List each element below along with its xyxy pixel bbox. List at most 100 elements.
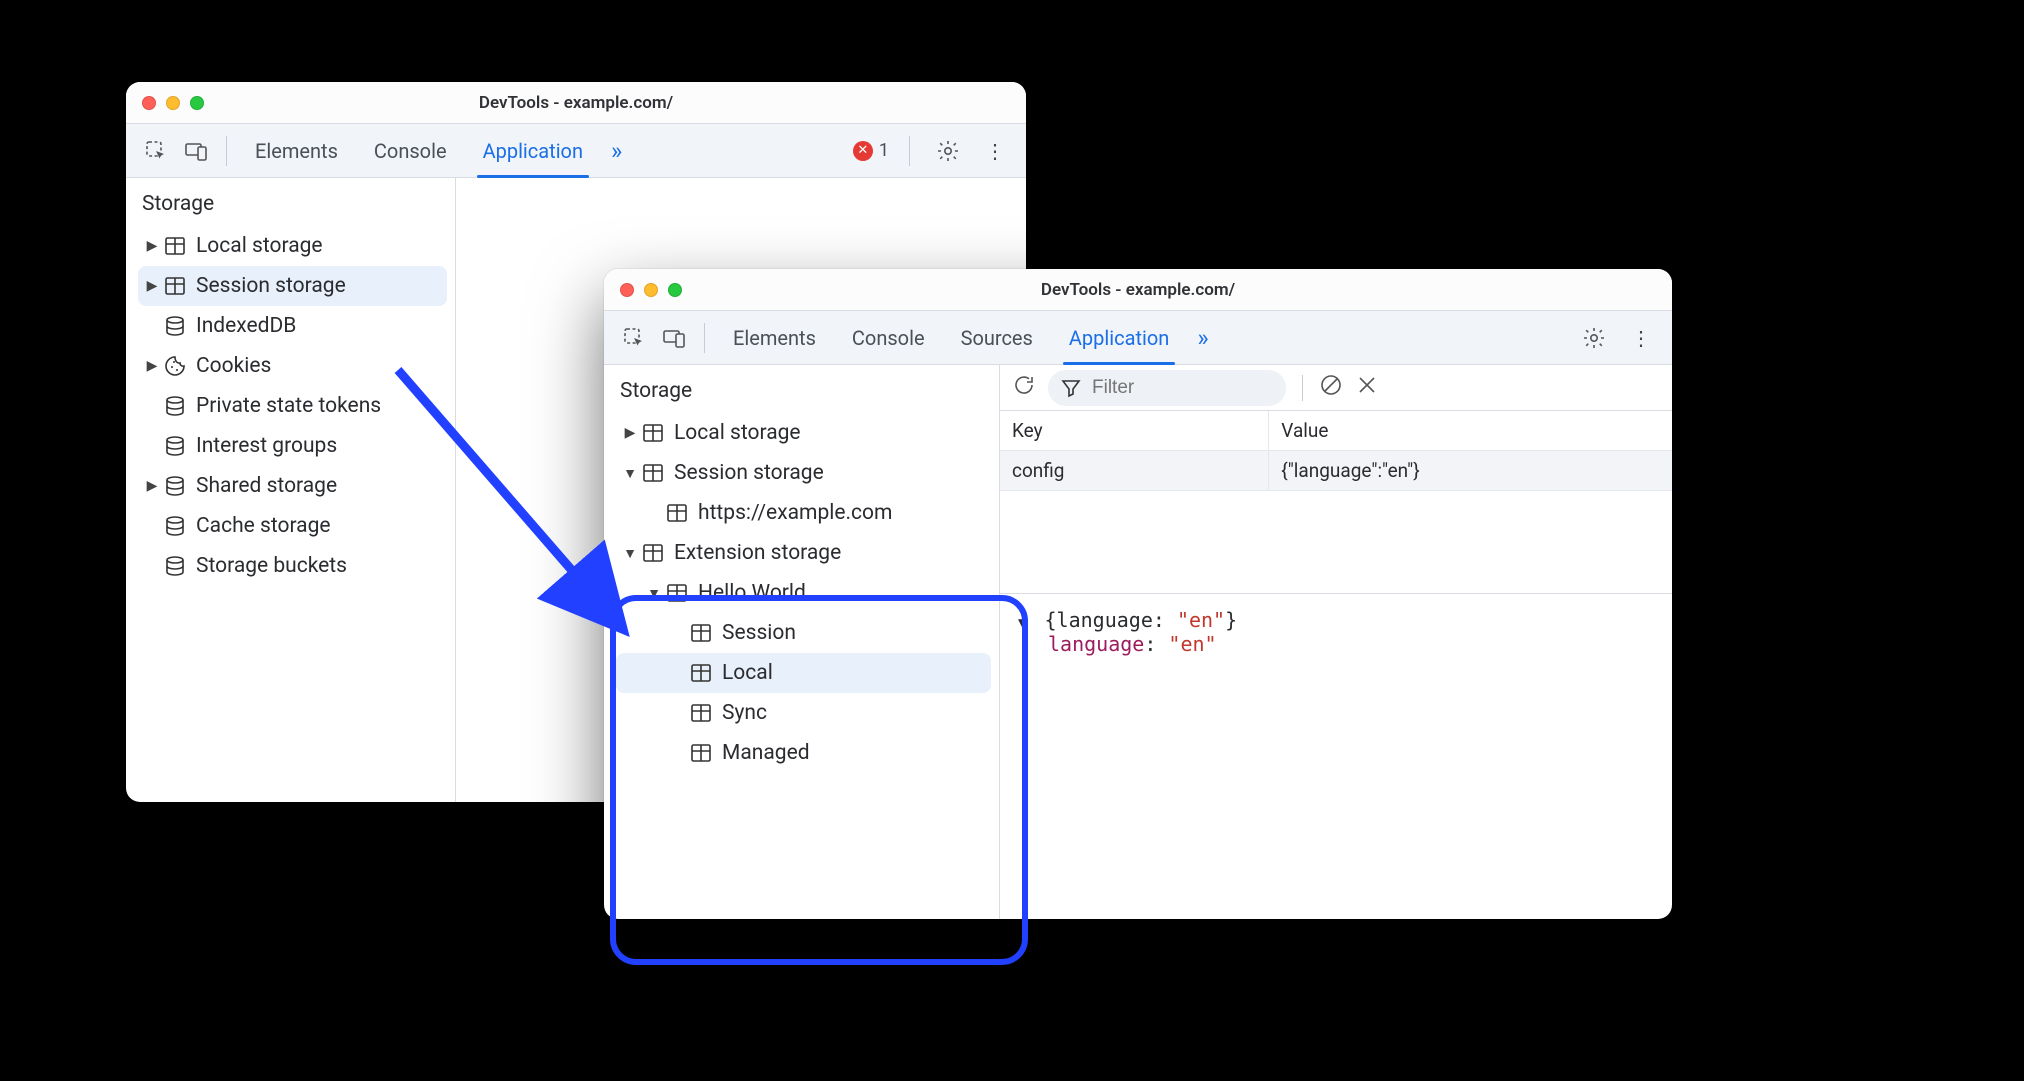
settings-icon[interactable]: [930, 133, 966, 169]
tree-ext-managed[interactable]: ▶ Managed: [616, 733, 991, 773]
panel-body: Storage ▶ Local storage ▼ Session storag…: [604, 365, 1672, 919]
tab-application[interactable]: Application: [1053, 311, 1185, 365]
tree-ext-name[interactable]: ▼ Hello World: [616, 573, 991, 613]
storage-section-label: Storage: [142, 192, 447, 216]
tree-extension-storage[interactable]: ▼ Extension storage: [616, 533, 991, 573]
tab-console[interactable]: Console: [358, 124, 463, 178]
tree-pst-label: Private state tokens: [196, 394, 381, 418]
tree-cookies-label: Cookies: [196, 354, 271, 378]
storage-tree: ▶ Local storage ▶ Session storage ▶ Inde…: [138, 226, 447, 586]
viewer-summary[interactable]: ▼ {language: "en"}: [1018, 608, 1654, 632]
refresh-icon[interactable]: [1012, 373, 1036, 402]
error-icon: [853, 141, 873, 161]
tab-console[interactable]: Console: [836, 311, 941, 365]
table-row[interactable]: config {"language":"en"}: [1000, 451, 1672, 491]
tree-local-storage[interactable]: ▶ Local storage: [138, 226, 447, 266]
device-toolbar-icon[interactable]: [178, 133, 214, 169]
table-icon: [640, 422, 666, 444]
tree-ext-session[interactable]: ▶ Session: [616, 613, 991, 653]
tree-indexeddb-label: IndexedDB: [196, 314, 296, 338]
kebab-menu-icon[interactable]: ⋮: [1624, 320, 1660, 356]
tab-elements[interactable]: Elements: [717, 311, 832, 365]
tree-session-storage[interactable]: ▶ Session storage: [138, 266, 447, 306]
filter-text[interactable]: [1090, 376, 1270, 400]
database-icon: [162, 515, 188, 537]
tab-sources[interactable]: Sources: [945, 311, 1049, 365]
tree-storage-buckets-label: Storage buckets: [196, 554, 347, 578]
table-icon: [688, 742, 714, 764]
window-minimize-icon[interactable]: [644, 283, 658, 297]
device-toolbar-icon[interactable]: [656, 320, 692, 356]
tree-session-storage[interactable]: ▼ Session storage: [616, 453, 991, 493]
tree-cache-storage-label: Cache storage: [196, 514, 331, 538]
tree-shared-storage[interactable]: ▶ Shared storage: [138, 466, 447, 506]
tree-local-storage[interactable]: ▶ Local storage: [616, 413, 991, 453]
toolbar-divider: [909, 136, 910, 166]
table-icon: [162, 235, 188, 257]
table-icon: [664, 502, 690, 524]
prop-key: language: [1048, 632, 1144, 656]
viewer-prop[interactable]: language: "en": [1048, 632, 1654, 656]
database-icon: [162, 475, 188, 497]
table-icon: [688, 702, 714, 724]
inspect-element-icon[interactable]: [616, 320, 652, 356]
more-tabs-icon[interactable]: »: [1189, 324, 1216, 352]
devtools-window-2: DevTools - example.com/ Elements Console…: [604, 269, 1672, 919]
tree-session-origin[interactable]: ▶ https://example.com: [616, 493, 991, 533]
tabstrip: Elements Console Sources Application » ⋮: [604, 311, 1672, 365]
tab-application[interactable]: Application: [467, 124, 599, 178]
titlebar: DevTools - example.com/: [126, 82, 1026, 124]
toolbar-divider: [226, 136, 227, 166]
window-zoom-icon[interactable]: [190, 96, 204, 110]
tree-cookies[interactable]: ▶ Cookies: [138, 346, 447, 386]
tree-ext-managed-label: Managed: [722, 741, 810, 765]
disclosure-triangle-icon[interactable]: ▼: [1018, 615, 1026, 631]
window-close-icon[interactable]: [620, 283, 634, 297]
tab-application-label: Application: [483, 139, 583, 163]
tree-session-storage-label: Session storage: [674, 461, 824, 485]
table-icon: [688, 662, 714, 684]
cell-value: {"language":"en"}: [1269, 451, 1672, 491]
tree-interest-groups[interactable]: ▶ Interest groups: [138, 426, 447, 466]
sidebar: Storage ▶ Local storage ▼ Session storag…: [604, 365, 1000, 919]
inspect-element-icon[interactable]: [138, 133, 174, 169]
filter-input[interactable]: [1048, 370, 1286, 406]
tree-local-storage-label: Local storage: [674, 421, 801, 445]
tree-session-storage-label: Session storage: [196, 274, 346, 298]
settings-icon[interactable]: [1576, 320, 1612, 356]
storage-content: Key Value config {"language":"en"} ▼ {la…: [1000, 365, 1672, 919]
tree-storage-buckets[interactable]: ▶ Storage buckets: [138, 546, 447, 586]
tabstrip: Elements Console Application » 1 ⋮: [126, 124, 1026, 178]
tree-ext-name-label: Hello World: [698, 581, 806, 605]
tree-ext-sync-label: Sync: [722, 701, 767, 725]
tree-session-origin-label: https://example.com: [698, 501, 892, 525]
tree-ext-local[interactable]: ▶ Local: [616, 653, 991, 693]
tab-elements[interactable]: Elements: [239, 124, 354, 178]
delete-icon[interactable]: [1355, 373, 1379, 402]
table-icon: [664, 582, 690, 604]
tab-console-label: Console: [374, 139, 447, 163]
funnel-icon: [1060, 377, 1082, 399]
titlebar: DevTools - example.com/: [604, 269, 1672, 311]
col-key[interactable]: Key: [1000, 411, 1269, 451]
tree-ext-sync[interactable]: ▶ Sync: [616, 693, 991, 733]
window-zoom-icon[interactable]: [668, 283, 682, 297]
clear-all-icon[interactable]: [1319, 373, 1343, 402]
storage-table: Key Value config {"language":"en"}: [1000, 411, 1672, 491]
table-icon: [162, 275, 188, 297]
error-count: 1: [879, 140, 889, 161]
summary-pre: {language:: [1044, 608, 1176, 632]
tree-indexeddb[interactable]: ▶ IndexedDB: [138, 306, 447, 346]
tree-cache-storage[interactable]: ▶ Cache storage: [138, 506, 447, 546]
kebab-menu-icon[interactable]: ⋮: [978, 133, 1014, 169]
error-badge[interactable]: 1: [853, 140, 889, 161]
table-icon: [688, 622, 714, 644]
window-close-icon[interactable]: [142, 96, 156, 110]
col-value[interactable]: Value: [1269, 411, 1672, 451]
window-title: DevTools - example.com/: [620, 280, 1656, 300]
more-tabs-icon[interactable]: »: [603, 137, 630, 165]
cell-key: config: [1000, 451, 1269, 491]
tree-private-state-tokens[interactable]: ▶ Private state tokens: [138, 386, 447, 426]
summary-val: "en": [1177, 608, 1225, 632]
window-minimize-icon[interactable]: [166, 96, 180, 110]
